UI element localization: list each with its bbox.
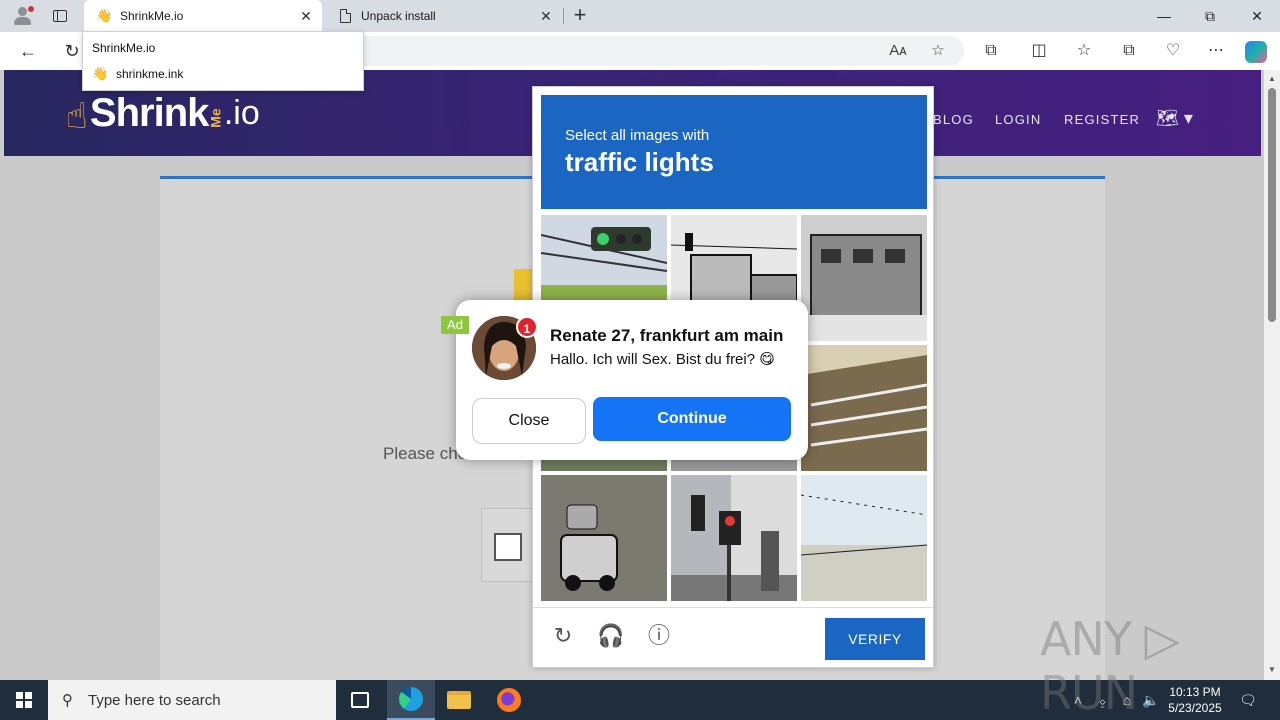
minimize-button[interactable]: —: [1141, 0, 1187, 32]
firefox-taskbar-button[interactable]: [485, 680, 533, 720]
new-tab-button[interactable]: +: [568, 4, 592, 28]
document-icon: [340, 9, 351, 23]
waving-hand-icon: 👋: [92, 66, 109, 81]
copilot-icon[interactable]: [1245, 41, 1267, 63]
captcha-checkbox[interactable]: [494, 533, 522, 561]
close-tab-icon[interactable]: ✕: [538, 8, 554, 24]
captcha-instruction: Select all images with: [565, 127, 710, 144]
nav-blog[interactable]: BLOG: [933, 112, 974, 127]
notification-badge: 1: [516, 316, 538, 338]
ad-label: Ad: [441, 316, 469, 334]
dropdown-header: ShrinkMe.io: [92, 41, 156, 55]
info-icon[interactable]: ⓘ: [645, 622, 673, 650]
edge-icon: [399, 687, 423, 711]
captcha-footer: ↻ 🎧 ⓘ VERIFY: [533, 607, 933, 667]
taskbar-search[interactable]: ⚲ Type here to search: [48, 680, 336, 720]
shrinkme-logo[interactable]: ☝ Shrink Me .io: [66, 86, 260, 136]
edge-taskbar-button[interactable]: [387, 680, 435, 720]
anyrun-watermark: ANY ▷ RUN: [1040, 612, 1180, 720]
tab-actions-icon[interactable]: [48, 6, 72, 26]
captcha-checkbox-widget: [481, 508, 535, 582]
captcha-header: Select all images with traffic lights: [541, 95, 927, 209]
scroll-up-icon[interactable]: ▲: [1268, 74, 1276, 83]
nav-register[interactable]: REGISTER: [1064, 112, 1140, 127]
collections-icon[interactable]: ⧉: [1115, 37, 1143, 65]
language-selector-icon[interactable]: 🗺 ▾: [1156, 108, 1193, 129]
windows-logo-icon: [16, 692, 32, 708]
page-scrollbar[interactable]: ▲ ▼: [1264, 70, 1280, 680]
captcha-tile[interactable]: [801, 345, 927, 471]
task-view-button[interactable]: [336, 680, 384, 720]
ad-popup: 1 Renate 27, frankfurt am main Hallo. Ic…: [456, 300, 808, 460]
ad-close-button[interactable]: Close: [472, 398, 586, 444]
verify-button[interactable]: VERIFY: [825, 618, 925, 660]
profile-icon[interactable]: [8, 4, 36, 28]
split-screen-icon[interactable]: ◫: [1025, 37, 1053, 65]
folder-icon: [447, 691, 471, 709]
search-placeholder: Type here to search: [88, 691, 221, 709]
more-options-icon[interactable]: ⋯: [1202, 37, 1230, 65]
tab-shrinkme[interactable]: 👋 ShrinkMe.io ✕: [84, 0, 322, 32]
ad-continue-button[interactable]: Continue: [593, 397, 791, 441]
ad-message: Hallo. Ich will Sex. Bist du frei? 😋: [550, 351, 775, 368]
tab-strip: 👋 ShrinkMe.io ✕ Unpack install ✕ + — ⧉ ✕: [0, 0, 1280, 32]
pointing-hand-icon: ☝: [66, 95, 88, 136]
tab-title: ShrinkMe.io: [120, 9, 184, 23]
start-button[interactable]: [0, 680, 48, 720]
please-check-text: Please che: [383, 444, 468, 463]
captcha-tile[interactable]: [801, 475, 927, 601]
captcha-tile[interactable]: [671, 475, 797, 601]
audio-icon[interactable]: 🎧: [597, 622, 625, 650]
url-suggestion-item[interactable]: 👋 shrinkme.ink: [92, 66, 183, 82]
captcha-target: traffic lights: [565, 147, 714, 177]
extensions-icon[interactable]: ⧉: [977, 37, 1005, 65]
browser-essentials-icon[interactable]: ♡: [1159, 37, 1187, 65]
tab-unpack-install[interactable]: Unpack install ✕: [326, 0, 562, 32]
captcha-tile[interactable]: [541, 475, 667, 601]
favorites-icon[interactable]: ☆: [1070, 37, 1098, 65]
tab-title: Unpack install: [361, 9, 436, 23]
url-suggestion-dropdown: ShrinkMe.io 👋 shrinkme.ink: [82, 31, 364, 91]
reload-icon[interactable]: ↻: [549, 622, 577, 650]
scrollbar-thumb[interactable]: [1268, 88, 1276, 322]
close-tab-icon[interactable]: ✕: [298, 8, 314, 24]
tab-separator: [563, 8, 564, 24]
read-aloud-icon[interactable]: Aᴀ: [886, 39, 910, 63]
file-explorer-button[interactable]: [435, 680, 483, 720]
search-icon: ⚲: [62, 692, 73, 709]
url-suggestion-text: shrinkme.ink: [116, 67, 184, 81]
ad-sender-name: Renate 27, frankfurt am main: [550, 326, 784, 345]
restore-button[interactable]: ⧉: [1187, 0, 1233, 32]
nav-login[interactable]: LOGIN: [995, 112, 1041, 127]
captcha-tile[interactable]: [801, 215, 927, 341]
waving-hand-icon: 👋: [96, 8, 113, 23]
task-view-icon: [351, 692, 369, 708]
close-window-button[interactable]: ✕: [1234, 0, 1280, 32]
firefox-icon: [497, 688, 521, 712]
back-arrow-icon[interactable]: ←: [14, 37, 42, 65]
favorite-star-icon[interactable]: ☆: [926, 39, 950, 63]
